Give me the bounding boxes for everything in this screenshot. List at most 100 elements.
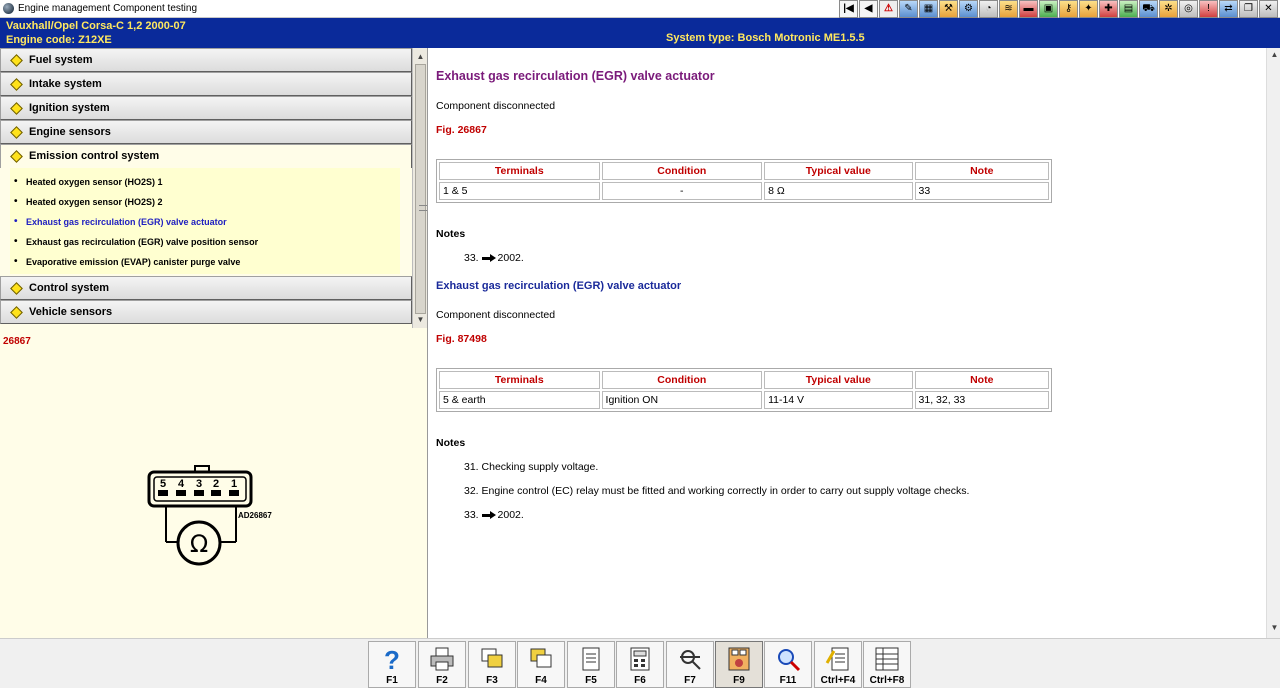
- arrow-right-icon: [481, 253, 496, 263]
- scroll-down-icon[interactable]: ▼: [1268, 623, 1280, 636]
- close-icon[interactable]: ✕: [1259, 0, 1278, 18]
- engine-code: Engine code: Z12XE: [6, 34, 112, 46]
- service-icon[interactable]: ✚: [1099, 0, 1118, 18]
- f4-button[interactable]: F4: [517, 641, 565, 688]
- scroll-thumb[interactable]: [415, 64, 428, 314]
- tools-icon[interactable]: ⚒: [939, 0, 958, 18]
- component-tree: Fuel system Intake system Ignition syste…: [0, 48, 412, 328]
- sub-item-egr-position-sensor[interactable]: Exhaust gas recirculation (EGR) valve po…: [10, 232, 400, 252]
- f1-help-button[interactable]: ? F1: [368, 641, 416, 688]
- nav-item-emission-control-system[interactable]: Emission control system: [0, 144, 412, 168]
- scroll-up-icon[interactable]: ▲: [1268, 50, 1280, 63]
- wiring-icon[interactable]: ≋: [999, 0, 1018, 18]
- f3-button[interactable]: F3: [468, 641, 516, 688]
- f7-button[interactable]: F7: [666, 641, 714, 688]
- tree-scrollbar[interactable]: ▲ ▼: [412, 48, 428, 328]
- sub-item-ho2s-1[interactable]: Heated oxygen sensor (HO2S) 1: [10, 172, 400, 192]
- cell-note: 31, 32, 33: [914, 391, 1049, 409]
- alert-icon[interactable]: !: [1199, 0, 1218, 18]
- note-text: 2002.: [497, 252, 524, 264]
- col-header-note: Note: [914, 371, 1049, 389]
- nav-item-fuel-system[interactable]: Fuel system: [0, 48, 412, 72]
- f6-button[interactable]: F6: [616, 641, 664, 688]
- sub-item-ho2s-2[interactable]: Heated oxygen sensor (HO2S) 2: [10, 192, 400, 212]
- settings-icon[interactable]: ✲: [1159, 0, 1178, 18]
- cell-typical-value: 8 Ω: [764, 182, 913, 200]
- image-icon[interactable]: ▦: [919, 0, 938, 18]
- nav-item-label: Intake system: [29, 78, 102, 90]
- sub-item-evap-purge-valve[interactable]: Evaporative emission (EVAP) canister pur…: [10, 252, 400, 272]
- fuse-icon[interactable]: ▬: [1019, 0, 1038, 18]
- svg-text:?: ?: [384, 645, 400, 673]
- nav-item-vehicle-sensors[interactable]: Vehicle sensors: [0, 300, 412, 324]
- first-icon[interactable]: |◀: [839, 0, 858, 18]
- title-bar: Engine management Component testing |◀ ◀…: [0, 0, 1280, 18]
- fkey-label: F3: [486, 675, 498, 686]
- tire-icon[interactable]: ◎: [1179, 0, 1198, 18]
- note-icon[interactable]: ✎: [899, 0, 918, 18]
- nav-item-label: Control system: [29, 282, 110, 294]
- left-pane: Fuel system Intake system Ignition syste…: [0, 48, 428, 638]
- col-header-condition: Condition: [601, 162, 763, 180]
- vehicle-info-bar: Vauxhall/Opel Corsa-C 1,2 2000-07 Engine…: [0, 18, 1280, 48]
- warning-icon[interactable]: ⚠: [879, 0, 898, 18]
- document-icon: [582, 647, 600, 671]
- fkey-label: F9: [733, 675, 745, 686]
- engine-icon[interactable]: ⚙: [959, 0, 978, 18]
- col-header-condition: Condition: [601, 371, 763, 389]
- f5-button[interactable]: F5: [567, 641, 615, 688]
- arrow-right-icon: [481, 510, 496, 520]
- cell-condition: Ignition ON: [601, 391, 763, 409]
- ctrl-f8-button[interactable]: Ctrl+F8: [863, 641, 911, 688]
- notes-heading-2: Notes: [436, 437, 466, 449]
- vehicle-model: Vauxhall/Opel Corsa-C 1,2 2000-07: [6, 20, 186, 32]
- diamond-icon: [10, 126, 23, 139]
- col-header-terminals: Terminals: [439, 162, 600, 180]
- cell-terminals: 5 & earth: [439, 391, 600, 409]
- search-icon: [778, 649, 801, 672]
- note-number: 33.: [464, 509, 479, 521]
- filter-icon[interactable]: ▤: [1119, 0, 1138, 18]
- nav-item-ignition-system[interactable]: Ignition system: [0, 96, 412, 120]
- ohm-symbol: Ω: [190, 530, 208, 558]
- diamond-icon: [10, 282, 23, 295]
- copy-icon[interactable]: ❐: [1239, 0, 1258, 18]
- scroll-up-icon[interactable]: ▲: [414, 50, 427, 63]
- f11-button[interactable]: F11: [764, 641, 812, 688]
- app-icon: [3, 3, 14, 14]
- nav-item-label: Emission control system: [29, 150, 160, 162]
- nav-item-intake-system[interactable]: Intake system: [0, 72, 412, 96]
- cell-terminals: 1 & 5: [439, 182, 600, 200]
- emission-subitems: Heated oxygen sensor (HO2S) 1 Heated oxy…: [10, 168, 400, 274]
- battery-icon[interactable]: ▣: [1039, 0, 1058, 18]
- note-number: 31.: [464, 461, 479, 473]
- prev-icon[interactable]: ◀: [859, 0, 878, 18]
- section-title-2: Exhaust gas recirculation (EGR) valve ac…: [436, 280, 682, 292]
- car-icon[interactable]: ⛟: [1139, 0, 1158, 18]
- col-header-terminals: Terminals: [439, 371, 600, 389]
- diamond-icon: [10, 306, 23, 319]
- content-scrollbar[interactable]: ▲ ▼: [1266, 48, 1280, 638]
- component-status-2: Component disconnected: [436, 309, 556, 321]
- cell-typical-value: 11-14 V: [764, 391, 913, 409]
- fkey-label: F1: [386, 675, 398, 686]
- timing-icon[interactable]: ◔: [979, 0, 998, 18]
- note-item: 33. 2002.: [464, 252, 524, 264]
- key-icon[interactable]: ⚷: [1059, 0, 1078, 18]
- sub-item-egr-valve-actuator[interactable]: Exhaust gas recirculation (EGR) valve ac…: [10, 212, 400, 232]
- diamond-icon: [10, 54, 23, 67]
- table-header-row: Terminals Condition Typical value Note: [439, 162, 1049, 180]
- figure-link-2[interactable]: Fig. 87498: [436, 333, 487, 345]
- system-type: System type: Bosch Motronic ME1.5.5: [666, 32, 865, 44]
- link-icon[interactable]: ⇄: [1219, 0, 1238, 18]
- lamp-icon[interactable]: ✦: [1079, 0, 1098, 18]
- nav-item-control-system[interactable]: Control system: [0, 276, 412, 300]
- nav-item-engine-sensors[interactable]: Engine sensors: [0, 120, 412, 144]
- figure-link-1[interactable]: Fig. 26867: [436, 124, 487, 136]
- scroll-down-icon[interactable]: ▼: [414, 313, 427, 326]
- fkey-label: Ctrl+F4: [820, 675, 856, 686]
- f9-button[interactable]: F9: [715, 641, 763, 688]
- f2-print-button[interactable]: F2: [418, 641, 466, 688]
- ctrl-f4-button[interactable]: Ctrl+F4: [814, 641, 862, 688]
- table-row: 1 & 5 - 8 Ω 33: [439, 182, 1049, 200]
